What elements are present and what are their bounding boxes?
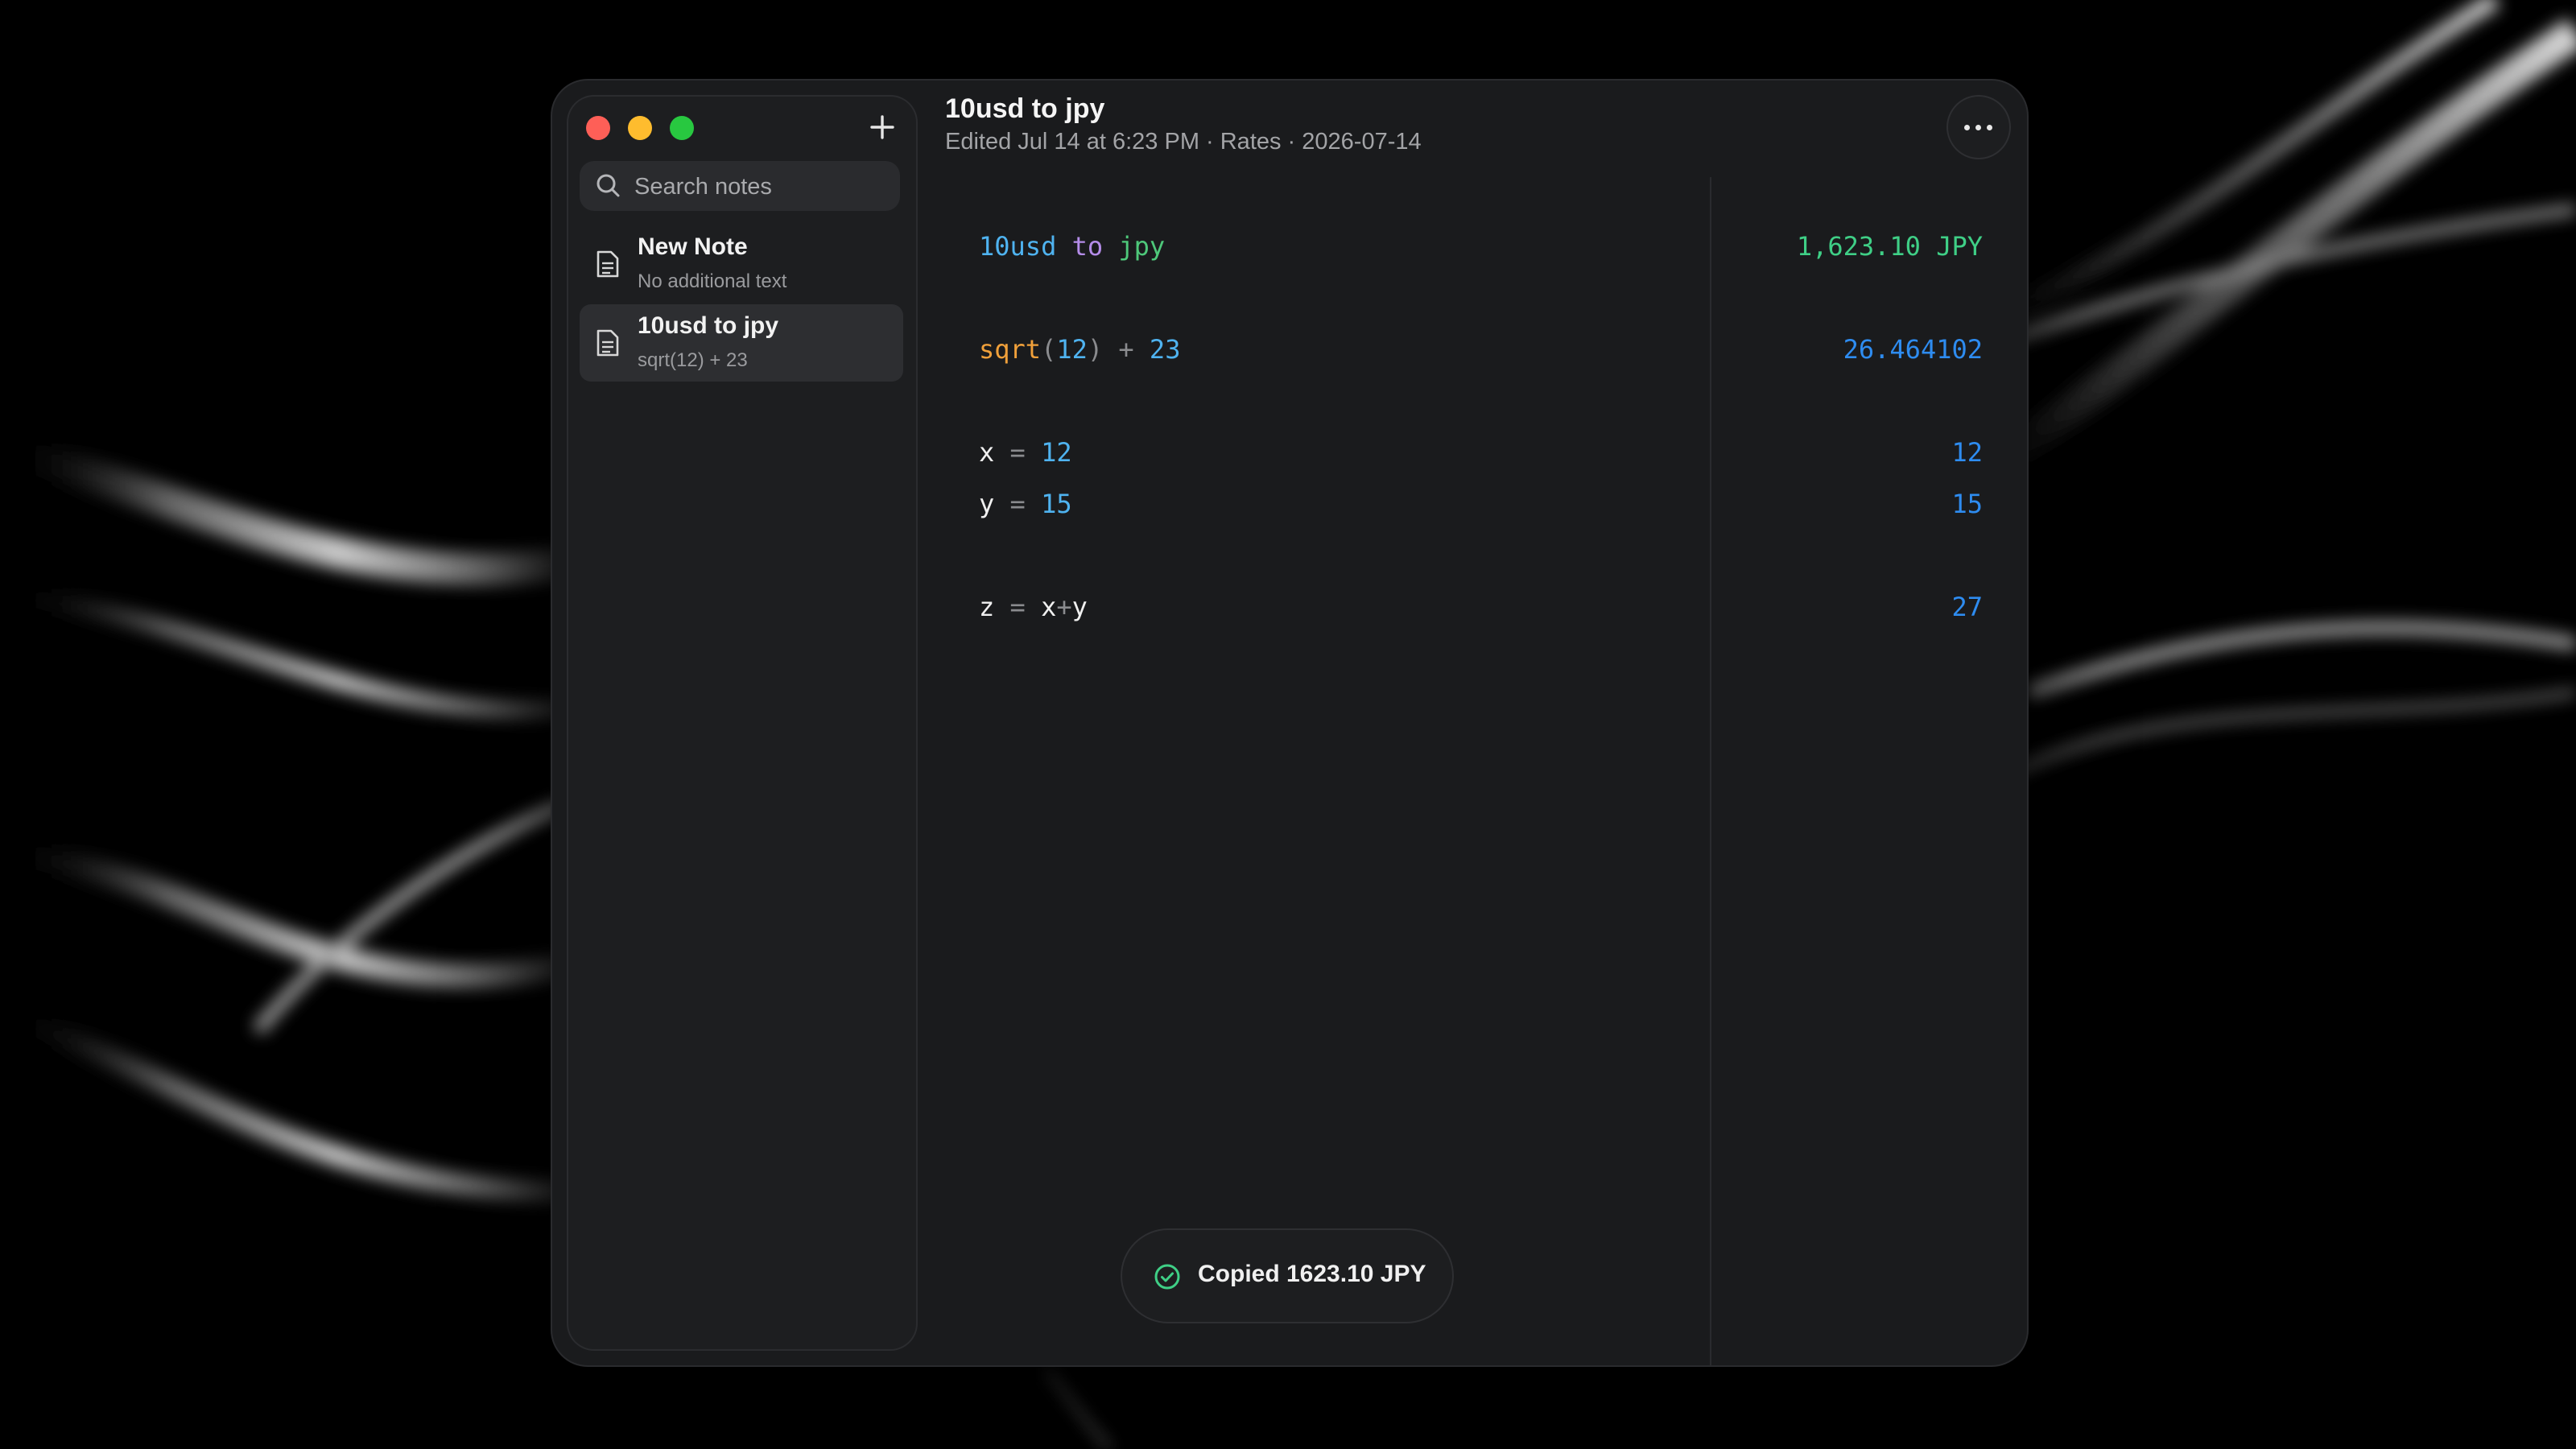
note-subtitle: sqrt(12) + 23 — [638, 349, 748, 371]
copied-toast: Copied 1623.10 JPY — [1121, 1228, 1454, 1323]
code-token: ) — [1087, 334, 1104, 365]
result-value[interactable]: 27 — [1951, 589, 1983, 625]
page-title: 10usd to jpy — [945, 93, 1105, 124]
note-title: 10usd to jpy — [638, 312, 779, 339]
code-token: 12 — [1041, 437, 1072, 468]
code-token: 10 — [979, 231, 1010, 262]
code-line[interactable]: sqrt(12) + 23 — [979, 332, 1180, 367]
code-token: = — [994, 437, 1042, 468]
yellow-minimize-icon[interactable] — [628, 116, 652, 140]
ellipsis-icon — [1964, 125, 1970, 130]
new-note-button[interactable] — [868, 113, 897, 142]
code-token: 15 — [1041, 489, 1072, 519]
note-meta: Edited Jul 14 at 6:23 PM · Rates · 2026-… — [945, 129, 1422, 155]
result-value[interactable]: 1,623.10 JPY — [1797, 229, 1983, 264]
code-token: x — [1041, 592, 1057, 622]
code-token: jpy — [1118, 231, 1166, 262]
note-subtitle: No additional text — [638, 270, 787, 292]
code-token: to — [1056, 231, 1119, 262]
more-button[interactable] — [1946, 95, 2011, 159]
code-token: y — [1071, 592, 1088, 622]
note-title: New Note — [638, 233, 748, 260]
plus-icon — [870, 115, 894, 139]
code-line[interactable]: z = x+y — [979, 589, 1088, 625]
code-line[interactable]: y = 15 — [979, 486, 1072, 522]
check-circle-icon — [1154, 1264, 1180, 1290]
code-token: 23 — [1149, 334, 1181, 365]
results-divider — [1710, 177, 1711, 1365]
result-value[interactable]: 15 — [1951, 486, 1983, 522]
code-token: x — [979, 437, 995, 468]
green-zoom-icon[interactable] — [670, 116, 694, 140]
document-icon — [597, 250, 619, 278]
note-item-new-note[interactable]: New Note No additional text — [580, 225, 903, 303]
result-value[interactable]: 26.464102 — [1843, 332, 1983, 367]
code-token: + — [1056, 592, 1072, 622]
search-icon — [597, 174, 620, 197]
toast-text: Copied 1623.10 JPY — [1198, 1261, 1426, 1287]
search-input[interactable] — [633, 161, 886, 213]
code-token: = — [994, 592, 1042, 622]
result-value[interactable]: 12 — [1951, 435, 1983, 470]
code-token: ( — [1041, 334, 1057, 365]
code-token: + — [1103, 334, 1150, 365]
code-token: usd — [1009, 231, 1057, 262]
document-icon — [597, 329, 619, 357]
code-token: 12 — [1056, 334, 1088, 365]
code-token: sqrt — [979, 334, 1042, 365]
red-close-icon[interactable] — [586, 116, 610, 140]
code-line[interactable]: 10usd to jpy — [979, 229, 1165, 264]
note-item-10usd-to-jpy[interactable]: 10usd to jpy sqrt(12) + 23 — [580, 304, 903, 382]
code-line[interactable]: x = 12 — [979, 435, 1072, 470]
search-field[interactable] — [580, 161, 900, 213]
code-token: y — [979, 489, 995, 519]
code-token: = — [994, 489, 1042, 519]
code-token: z — [979, 592, 995, 622]
